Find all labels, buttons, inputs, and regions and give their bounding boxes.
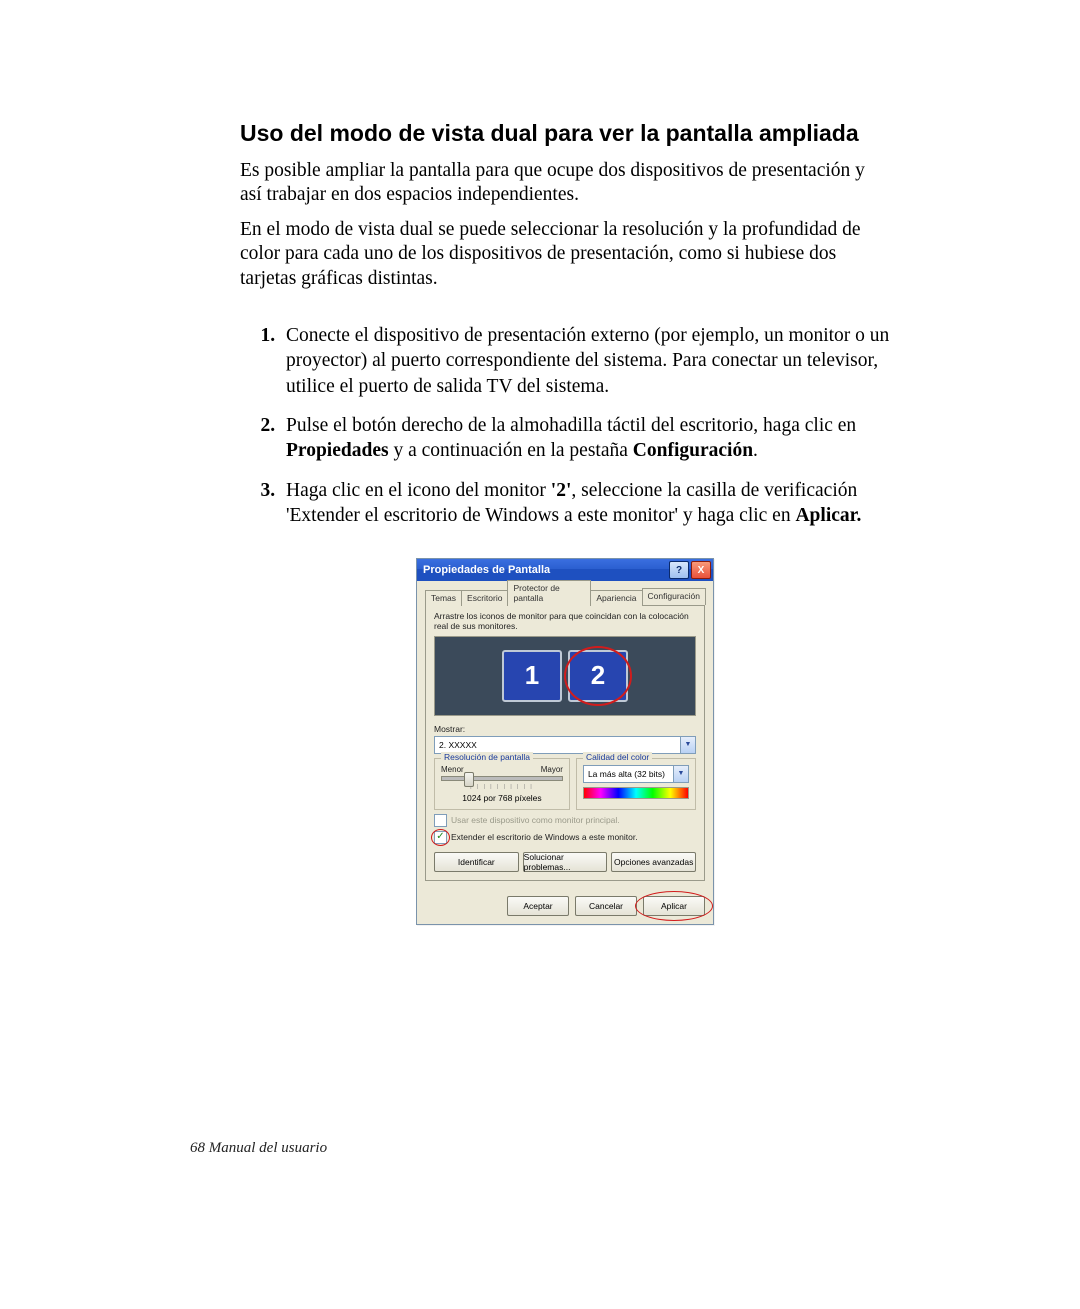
footer-label: Manual del usuario [209,1140,327,1156]
identify-button[interactable]: Identificar [434,852,519,872]
display-selector-value: 2. XXXXX [439,740,477,750]
use-as-primary-checkbox-row: Usar este dispositivo como monitor princ… [434,814,696,827]
intro-paragraph-2: En el modo de vista dual se puede selecc… [240,218,890,291]
step-2-bold-1: Propiedades [286,440,389,461]
resolution-legend: Resolución de pantalla [441,752,533,762]
ok-button[interactable]: Aceptar [507,896,569,916]
step-3-bold-1: '2' [551,480,572,501]
drag-instruction-text: Arrastre los iconos de monitor para que … [434,612,696,632]
extend-desktop-checkbox-row[interactable]: ✓ Extender el escritorio de Windows a es… [434,831,696,844]
slider-max-label: Mayor [541,765,563,774]
resolution-fieldset: Resolución de pantalla Menor Mayor | | |… [434,758,570,810]
monitor-2[interactable]: 2 [568,650,628,702]
tab-temas[interactable]: Temas [425,590,462,606]
color-legend: Calidad del color [583,752,652,762]
primary-checkbox [434,814,447,827]
display-properties-dialog: Propiedades de Pantalla ? X Temas Escrit… [416,558,714,925]
step-1: Conecte el dispositivo de presentación e… [280,323,890,399]
cancel-button[interactable]: Cancelar [575,896,637,916]
help-button[interactable]: ? [669,561,689,579]
slider-ticks: | | | | | | | | | | [441,784,563,790]
tab-apariencia[interactable]: Apariencia [590,590,642,606]
resolution-value-text: 1024 por 768 píxeles [441,793,563,803]
step-3: Haga clic en el icono del monitor '2', s… [280,478,890,529]
step-2-bold-2: Configuración [633,440,753,461]
monitor-1-label: 1 [525,660,539,691]
color-quality-fieldset: Calidad del color La más alta (32 bits) … [576,758,696,810]
resolution-slider[interactable] [441,776,563,781]
dialog-figure: Propiedades de Pantalla ? X Temas Escrit… [240,558,890,925]
mostrar-label: Mostrar: [434,724,696,734]
color-quality-dropdown[interactable]: La más alta (32 bits) ▼ [583,765,689,783]
tab-panel-configuracion: Arrastre los iconos de monitor para que … [425,606,705,881]
dialog-body: Temas Escritorio Protector de pantalla A… [417,581,713,889]
advanced-options-button[interactable]: Opciones avanzadas [611,852,696,872]
slider-min-label: Menor [441,765,464,774]
color-preview-bar [583,787,689,799]
monitor-1[interactable]: 1 [502,650,562,702]
monitors-preview[interactable]: 1 2 [434,636,696,716]
section-heading: Uso del modo de vista dual para ver la p… [240,120,890,147]
step-2-text-b: y a continuación en la pestaña [389,440,633,461]
dialog-title: Propiedades de Pantalla [423,564,667,576]
primary-checkbox-label: Usar este dispositivo como monitor princ… [451,815,620,825]
manual-page: Uso del modo de vista dual para ver la p… [0,0,1080,1309]
step-2-text-c: . [753,440,758,461]
monitor-2-label: 2 [591,660,605,691]
tab-escritorio[interactable]: Escritorio [461,590,508,606]
tab-configuracion[interactable]: Configuración [642,588,706,605]
page-number: 68 [190,1140,205,1156]
step-2-text-a: Pulse el botón derecho de la almohadilla… [286,415,856,436]
chevron-down-icon: ▼ [673,766,688,782]
slider-thumb[interactable] [464,772,474,787]
dialog-tabs: Temas Escritorio Protector de pantalla A… [425,587,705,606]
color-quality-value: La más alta (32 bits) [588,769,665,779]
extend-checkbox-label: Extender el escritorio de Windows a este… [451,832,638,842]
page-footer: 68 Manual del usuario [190,1140,327,1157]
step-3-bold-2: Aplicar. [795,505,861,526]
dialog-titlebar[interactable]: Propiedades de Pantalla ? X [417,559,713,581]
intro-paragraph-1: Es posible ampliar la pantalla para que … [240,159,890,208]
steps-list: Conecte el dispositivo de presentación e… [240,323,890,528]
step-3-text-a: Haga clic en el icono del monitor [286,480,551,501]
step-2: Pulse el botón derecho de la almohadilla… [280,413,890,464]
apply-button[interactable]: Aplicar [643,896,705,916]
chevron-down-icon: ▼ [680,737,695,753]
troubleshoot-button[interactable]: Solucionar problemas... [523,852,608,872]
extend-checkbox[interactable]: ✓ [434,831,447,844]
dialog-action-row: Aceptar Cancelar Aplicar [417,889,713,924]
tab-protector[interactable]: Protector de pantalla [507,580,591,606]
close-button[interactable]: X [691,561,711,579]
